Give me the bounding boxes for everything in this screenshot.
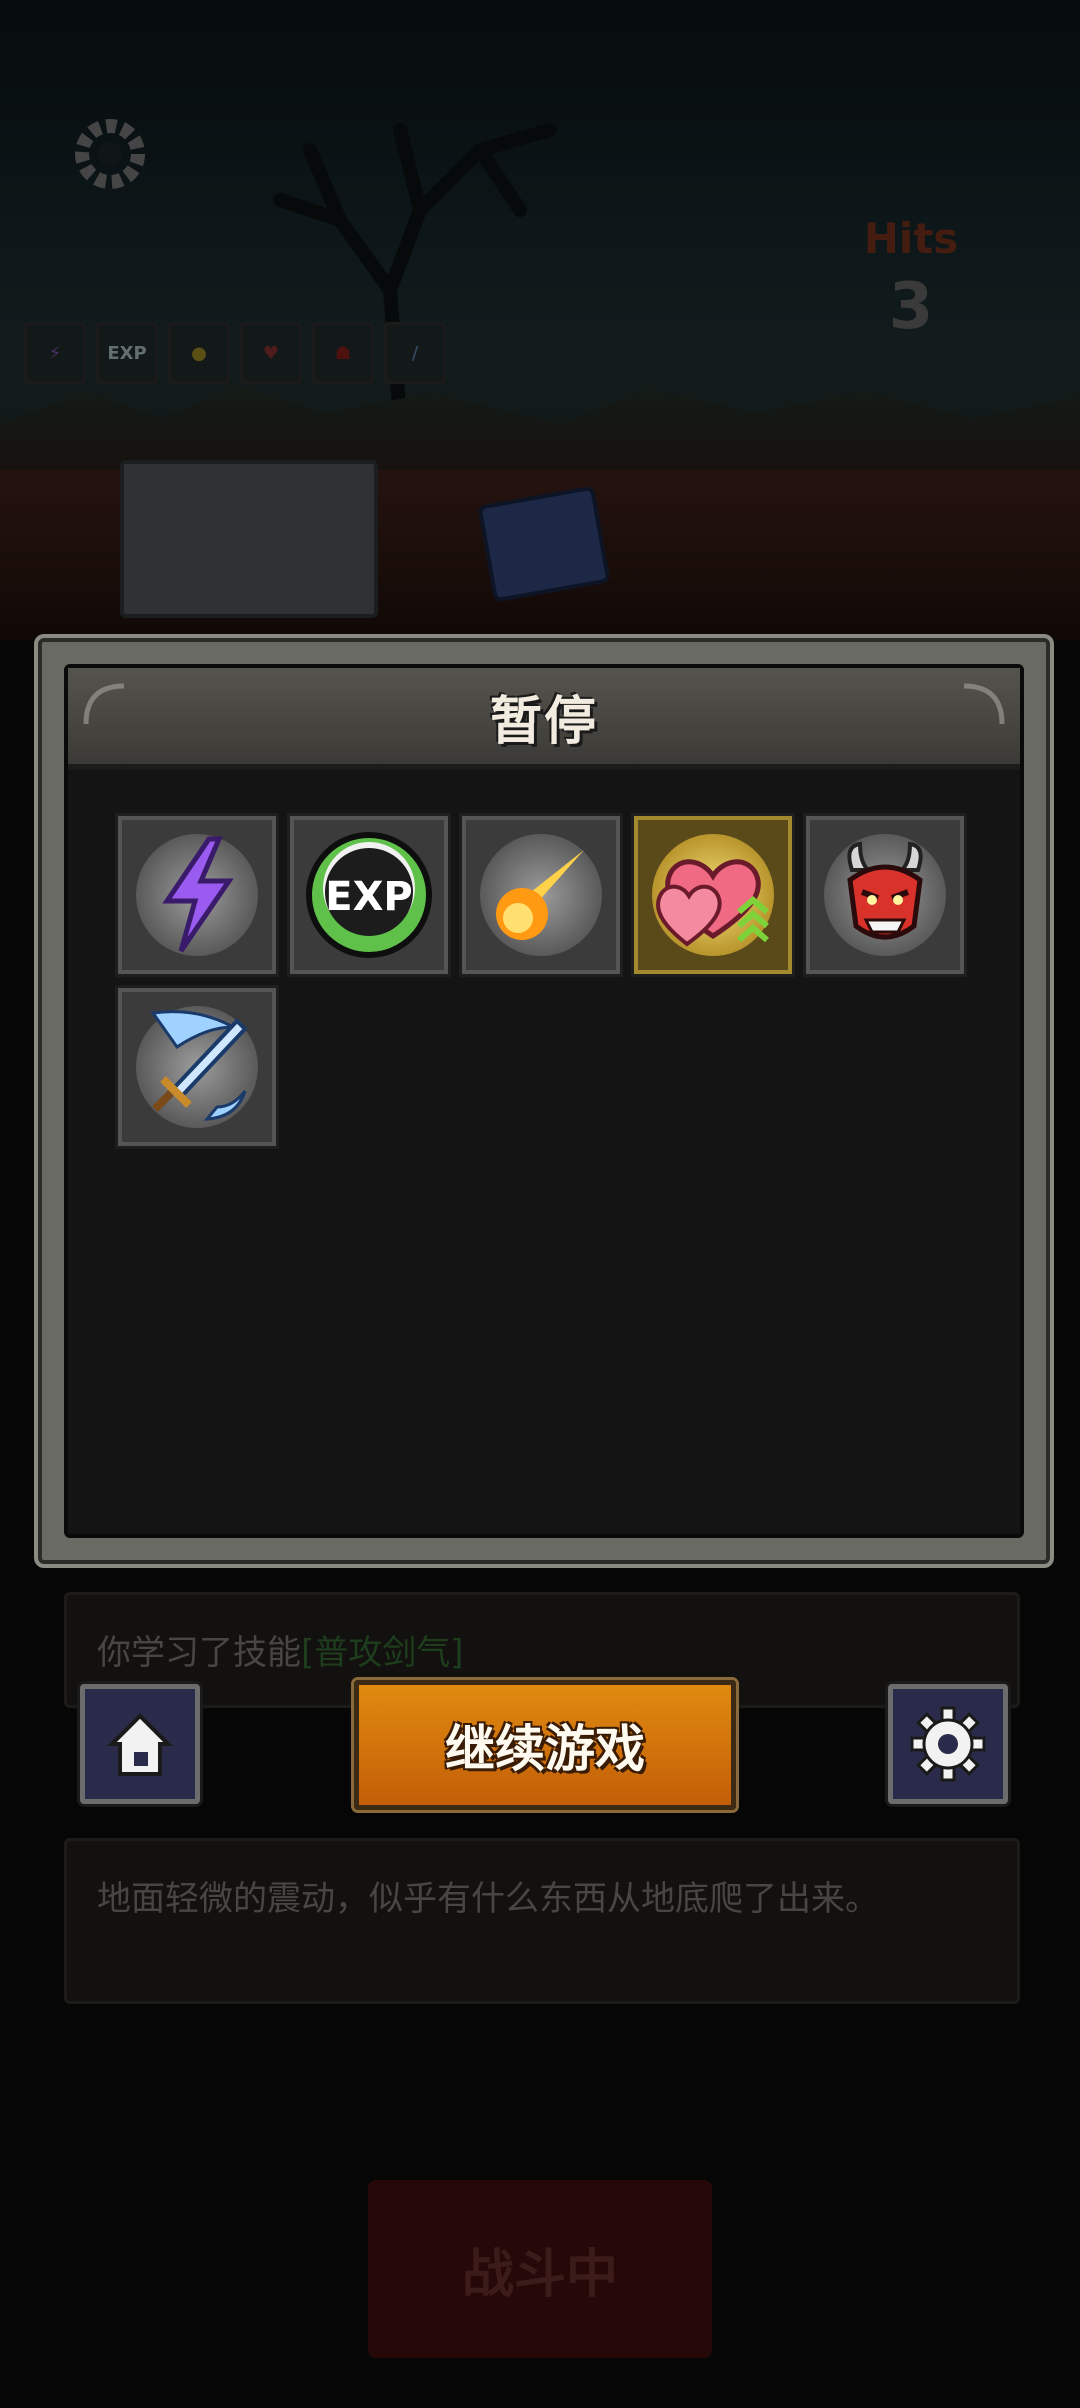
continue-game-button[interactable]: 继续游戏 xyxy=(354,1680,736,1810)
continue-game-label: 继续游戏 xyxy=(445,1720,645,1778)
corner-ornament-icon xyxy=(963,683,1005,725)
hearts-upgrade-icon xyxy=(656,859,769,947)
pause-panel: 暂停 EXP xyxy=(34,634,1054,1568)
ice-sword-icon xyxy=(150,1010,248,1121)
skill-slot-fireball[interactable] xyxy=(462,816,620,974)
gear-icon xyxy=(910,1706,986,1782)
pause-panel-inner: 暂停 EXP xyxy=(64,664,1024,1538)
lightning-icon xyxy=(162,836,234,953)
oni-mask-icon xyxy=(847,841,923,940)
exp-icon: EXP xyxy=(306,832,432,958)
pause-title-bar: 暂停 xyxy=(68,668,1020,770)
home-icon xyxy=(107,1713,173,1776)
fireball-icon xyxy=(496,850,584,940)
settings-button[interactable] xyxy=(888,1684,1008,1804)
skill-slot-lightning[interactable] xyxy=(118,816,276,974)
skill-slot-oni[interactable] xyxy=(806,816,964,974)
skill-slot-ice-sword[interactable] xyxy=(118,988,276,1146)
corner-ornament-icon xyxy=(83,683,125,725)
pause-title: 暂停 xyxy=(489,691,598,752)
home-button[interactable] xyxy=(80,1684,200,1804)
skill-slot-exp[interactable]: EXP xyxy=(290,816,448,974)
skill-slot-hearts[interactable] xyxy=(634,816,792,974)
exp-label: EXP xyxy=(325,874,412,920)
